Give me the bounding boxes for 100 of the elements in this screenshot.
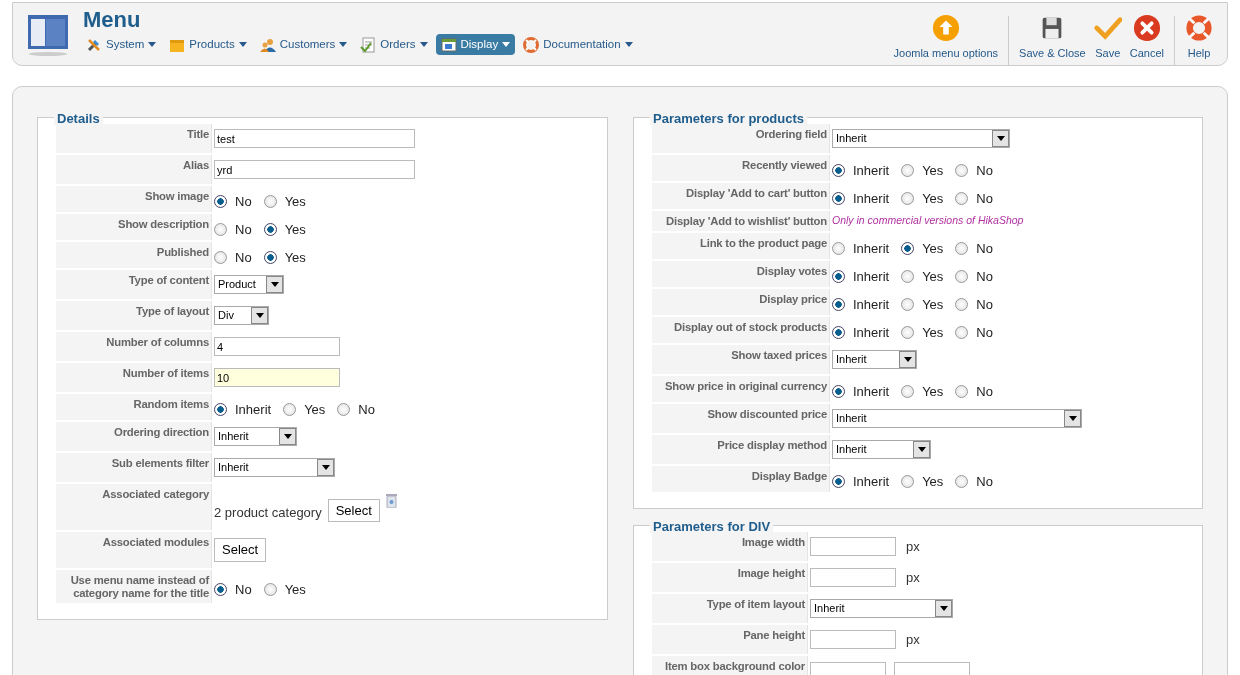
field-label: Pane height [652, 625, 808, 654]
field-label: Show taxed prices [652, 345, 830, 374]
text-field[interactable]: 4 [214, 337, 340, 356]
option-label: Yes [922, 324, 944, 342]
select-field[interactable]: Inherit [832, 129, 1010, 148]
radio-button[interactable] [832, 475, 845, 489]
radio-button[interactable] [955, 298, 969, 312]
field-label: Show discounted price [652, 404, 830, 433]
radio-button[interactable] [901, 298, 915, 312]
trash-icon[interactable] [385, 493, 397, 508]
radio-button[interactable] [832, 385, 845, 399]
menu-tab[interactable]: System [81, 34, 162, 56]
toolbar-button[interactable]: Help [1181, 12, 1217, 64]
field-label: Type of item layout [652, 594, 808, 623]
select-button[interactable]: Select [214, 538, 267, 562]
section-legend: Details [54, 112, 103, 125]
radio-button[interactable] [263, 195, 277, 209]
toolbar-button[interactable]: Save [1089, 12, 1126, 64]
radio-button[interactable] [901, 192, 915, 206]
radio-button[interactable] [955, 385, 969, 399]
option-label: Inherit [853, 162, 890, 180]
select-field[interactable]: Inherit [832, 350, 917, 369]
radio-button[interactable] [214, 403, 227, 417]
radio-button[interactable] [263, 223, 277, 237]
radio-button[interactable] [832, 270, 845, 284]
radio-button[interactable] [832, 192, 845, 206]
section-legend: Parameters for DIV [650, 520, 774, 533]
radio-button[interactable] [263, 583, 277, 596]
radio-button[interactable] [901, 326, 915, 340]
radio-button[interactable] [832, 326, 845, 340]
select-field[interactable]: Inherit [214, 458, 335, 477]
radio-button[interactable] [832, 242, 845, 256]
select-field[interactable]: Inherit [810, 599, 953, 618]
radio-button[interactable] [955, 475, 969, 489]
field-label: Type of content [56, 270, 212, 299]
radio-button[interactable] [955, 192, 969, 206]
menu-tab[interactable]: Products [164, 34, 252, 56]
field-label: Ordering direction [56, 422, 212, 451]
radio-button[interactable] [283, 403, 297, 417]
radio-button[interactable] [832, 298, 845, 312]
toolbar-button[interactable]: Cancel [1125, 12, 1168, 64]
select-field[interactable]: Inherit [832, 440, 931, 459]
field-label: Associated modules [56, 532, 212, 568]
caret-icon [419, 42, 428, 48]
field-label: Random items [56, 394, 212, 420]
select-button[interactable]: Select [327, 498, 380, 522]
radio-button[interactable] [901, 385, 915, 399]
select-field[interactable]: Inherit [832, 409, 1082, 428]
text-field[interactable]: 10 [214, 368, 340, 387]
caret-icon [266, 276, 283, 293]
radio-button[interactable] [901, 270, 915, 284]
radio-button[interactable] [955, 164, 969, 178]
caret-icon [624, 42, 633, 48]
text-field[interactable]: yrd [214, 160, 415, 179]
option-label: Inherit [853, 190, 890, 208]
menu-tab[interactable]: Documentation [518, 34, 638, 56]
text-field[interactable]: test [214, 129, 415, 148]
caret-icon [913, 441, 930, 458]
radio-button[interactable] [901, 475, 915, 489]
document-icon [360, 36, 377, 53]
menu-tab[interactable]: Orders [355, 34, 433, 56]
option-label: Inherit [235, 401, 272, 419]
radio-button[interactable] [955, 270, 969, 284]
option-label: No [976, 324, 993, 342]
radio-button[interactable] [263, 251, 277, 265]
menu-tab[interactable]: Customers [254, 34, 353, 56]
field-label: Price display method [652, 435, 830, 464]
field-label: Display 'Add to cart' button [652, 183, 830, 209]
people-icon [259, 36, 276, 53]
upload-icon [931, 14, 960, 42]
radio-button[interactable] [214, 583, 227, 596]
radio-button[interactable] [955, 242, 969, 256]
caret-icon [148, 42, 157, 48]
unit-label: px [906, 568, 920, 587]
radio-button[interactable] [214, 195, 227, 209]
radio-button[interactable] [337, 403, 351, 417]
cancel-icon [1132, 14, 1161, 42]
option-label: No [976, 473, 993, 491]
field-label: Display votes [652, 261, 830, 287]
radio-button[interactable] [901, 164, 915, 178]
option-label: Yes [922, 190, 944, 208]
toolbar-button[interactable]: Save & Close [1015, 12, 1090, 64]
select-field[interactable]: Inherit [214, 427, 297, 446]
radio-button[interactable] [214, 223, 227, 237]
text-field[interactable] [810, 568, 896, 587]
text-field[interactable] [810, 630, 896, 649]
radio-button[interactable] [832, 164, 845, 178]
menu-tab[interactable]: Display [435, 34, 516, 56]
radio-button[interactable] [214, 251, 227, 265]
field-label: Recently viewed [652, 155, 830, 181]
select-field[interactable]: Product [214, 275, 284, 294]
option-label: Yes [922, 240, 944, 258]
radio-button[interactable] [955, 326, 969, 340]
text-field[interactable] [810, 537, 896, 556]
option-label: Yes [922, 268, 944, 286]
radio-button[interactable] [901, 242, 915, 256]
caret-icon [251, 307, 268, 324]
select-field[interactable]: Div [214, 306, 269, 325]
toolbar-button[interactable]: Joomla menu options [889, 12, 1003, 64]
field-label: Display Badge [652, 466, 830, 492]
